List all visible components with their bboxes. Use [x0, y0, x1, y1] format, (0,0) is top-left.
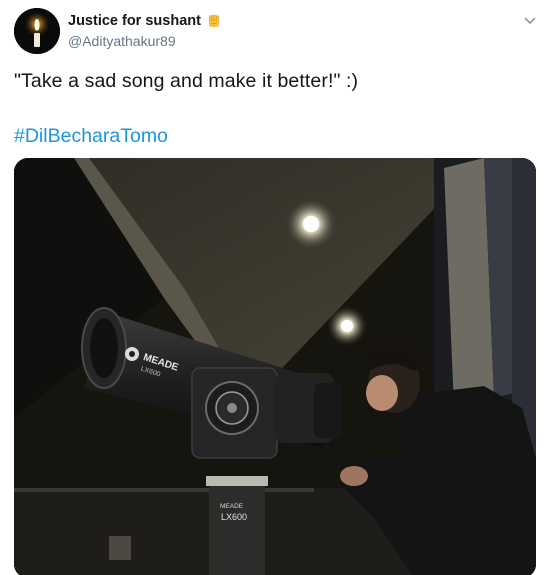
user-handle[interactable]: @Adityathakur89	[68, 33, 222, 49]
mount-brand-label: MEADE	[220, 503, 244, 510]
candle-icon	[14, 8, 60, 54]
name-row: Justice for sushant	[68, 12, 222, 30]
raised-fist-emoji-icon	[206, 13, 222, 29]
avatar[interactable]	[14, 8, 60, 54]
hashtag-link[interactable]: #DilBecharaTomo	[14, 125, 168, 148]
display-name[interactable]: Justice for sushant	[68, 13, 201, 29]
tweet-photo[interactable]: MEADE LX600 MEADE LX600	[14, 158, 536, 575]
tweet: Justice for sushant @Adityathakur89 "Tak…	[0, 0, 555, 575]
photo-telescope-scene: MEADE LX600 MEADE LX600	[14, 158, 536, 575]
mount-model-label: LX600	[221, 512, 247, 522]
tweet-text: "Take a sad song and make it better!" :)	[14, 70, 359, 92]
chevron-down-icon[interactable]	[523, 14, 537, 28]
tweet-header: Justice for sushant @Adityathakur89	[68, 12, 222, 49]
